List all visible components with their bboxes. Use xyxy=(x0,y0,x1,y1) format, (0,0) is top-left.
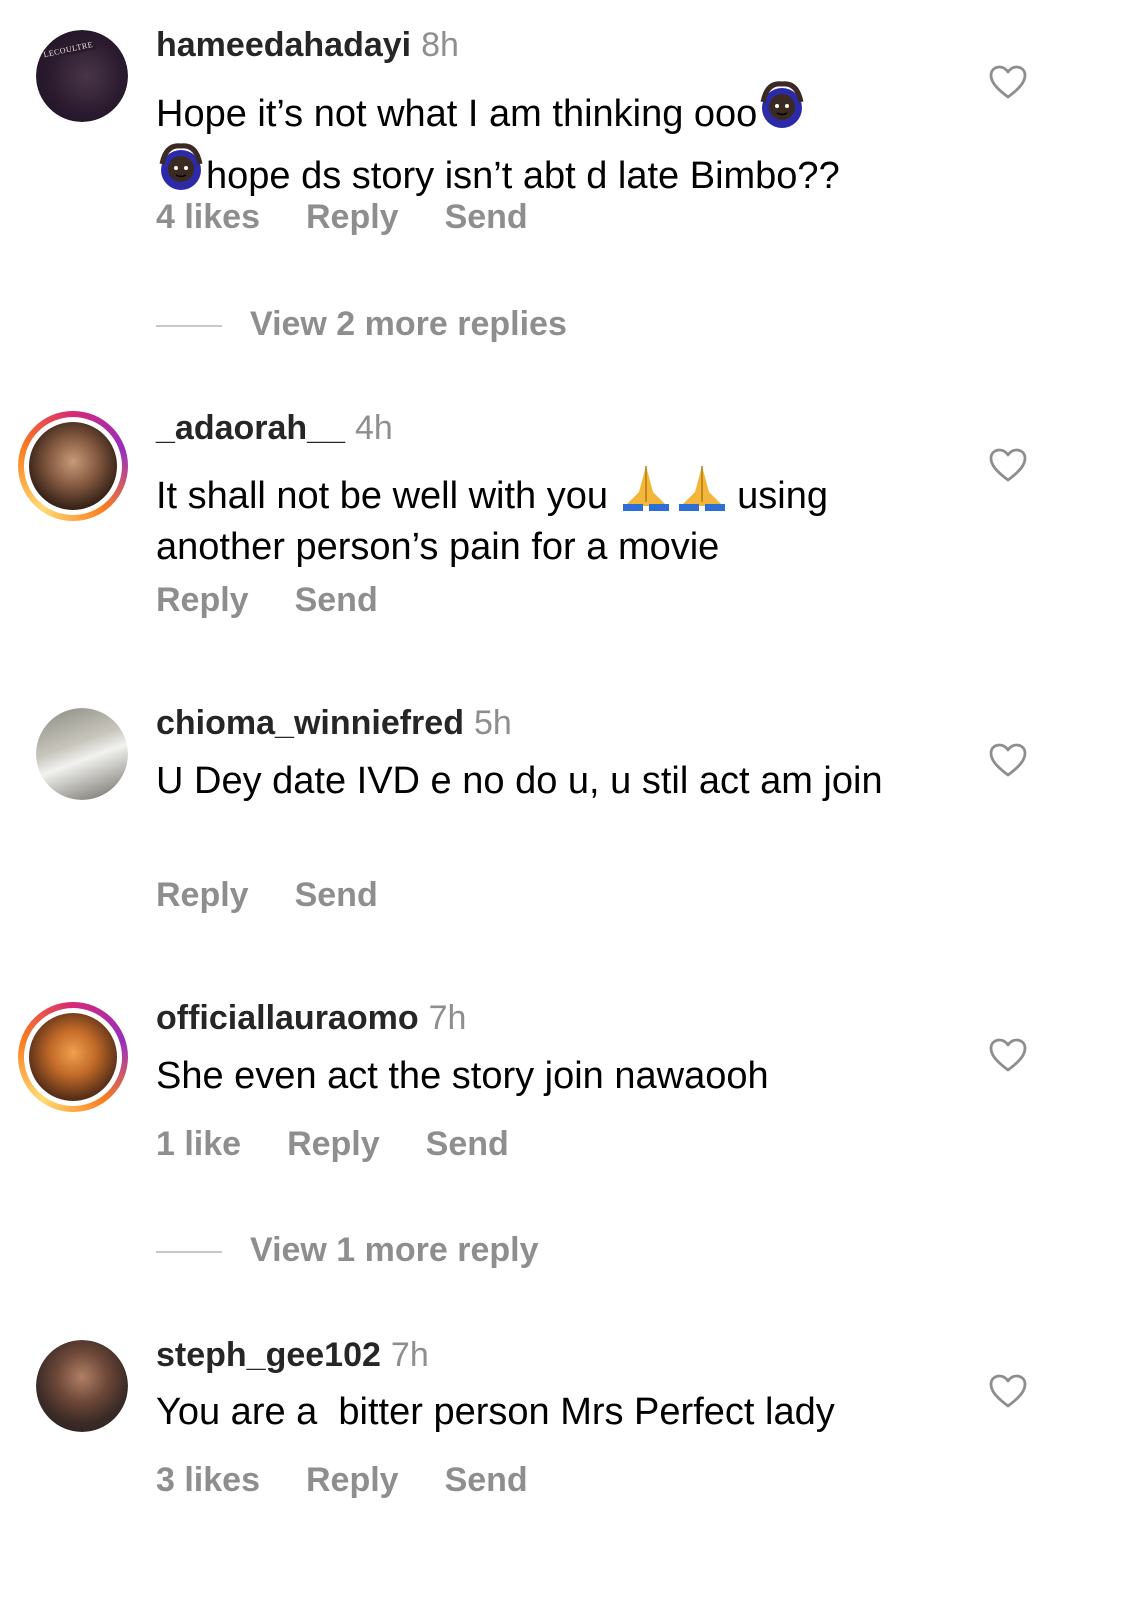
comment-timestamp: 7h xyxy=(428,999,467,1037)
heart-outline-icon[interactable] xyxy=(988,1373,1028,1409)
avatar-image xyxy=(29,1013,117,1101)
comment-timestamp: 4h xyxy=(355,409,393,447)
view-more-label[interactable]: View 2 more replies xyxy=(250,305,567,344)
reply-button[interactable]: Reply xyxy=(306,198,399,236)
reply-button[interactable]: Reply xyxy=(287,1125,380,1163)
comment-text-line: It shall not be well with you xyxy=(156,475,609,517)
username-text[interactable]: _adaorah__ xyxy=(156,409,345,447)
comment-timestamp: 8h xyxy=(421,26,459,64)
avatar-image: LECOULTRE xyxy=(36,30,128,122)
heart-outline-icon[interactable] xyxy=(988,64,1028,100)
heart-outline-icon[interactable] xyxy=(988,1037,1028,1073)
comment-actions: 3 likes Reply Send xyxy=(156,1461,574,1500)
send-button[interactable]: Send xyxy=(295,581,378,619)
comment-username[interactable]: chioma_winniefred 5h xyxy=(156,704,512,743)
reply-button[interactable]: Reply xyxy=(156,876,249,914)
send-button[interactable]: Send xyxy=(445,1461,528,1499)
view-more-label[interactable]: View 1 more reply xyxy=(250,1231,539,1270)
heart-outline-icon[interactable] xyxy=(988,742,1028,778)
comment-actions: 1 like Reply Send xyxy=(156,1125,555,1164)
comment-actions: 4 likes Reply Send xyxy=(156,198,574,237)
comment-actions: Reply Send xyxy=(156,876,424,915)
username-text[interactable]: chioma_winniefred xyxy=(156,704,464,742)
comment-text: You are a bitter person Mrs Perfect lady xyxy=(156,1391,835,1433)
comment-username[interactable]: steph_gee102 7h xyxy=(156,1336,429,1375)
username-text[interactable]: hameedahadayi xyxy=(156,26,411,64)
comment-timestamp: 5h xyxy=(473,704,512,742)
likes-count[interactable]: 1 like xyxy=(156,1125,241,1163)
avatar-logo-text: LECOULTRE xyxy=(39,38,97,61)
comment-text: U Dey date IVD e no do u, u stil act am … xyxy=(156,760,883,802)
likes-count[interactable]: 3 likes xyxy=(156,1461,260,1499)
comment-text: Hope it’s not what I am thinking ooo hope… xyxy=(156,80,946,204)
avatar-image xyxy=(29,422,117,510)
avatar[interactable] xyxy=(18,1002,128,1112)
avatar[interactable] xyxy=(18,411,128,521)
avatar[interactable]: LECOULTRE xyxy=(36,30,128,122)
person-gesturing-ok-icon xyxy=(757,80,807,142)
comment-actions: Reply Send xyxy=(156,581,424,620)
avatar[interactable] xyxy=(36,708,128,800)
send-button[interactable]: Send xyxy=(426,1125,509,1163)
avatar-image xyxy=(36,708,128,800)
username-text[interactable]: officiallauraomo xyxy=(156,999,419,1037)
comment-username[interactable]: officiallauraomo 7h xyxy=(156,999,466,1038)
reply-button[interactable]: Reply xyxy=(156,581,249,619)
person-gesturing-ok-icon xyxy=(156,142,206,204)
comment-username[interactable]: hameedahadayi 8h xyxy=(156,26,459,65)
username-text[interactable]: steph_gee102 xyxy=(156,1336,381,1374)
comment-username[interactable]: _adaorah__ 4h xyxy=(156,409,393,448)
folded-hands-icon xyxy=(619,462,727,524)
likes-count[interactable]: 4 likes xyxy=(156,198,260,236)
comment-text-line: hope ds story isn’t abt d late Bimbo?? xyxy=(206,155,840,197)
heart-outline-icon[interactable] xyxy=(988,447,1028,483)
divider-line xyxy=(156,325,222,327)
avatar-image xyxy=(36,1340,128,1432)
comment-text-line: Hope it’s not what I am thinking ooo xyxy=(156,93,758,135)
avatar[interactable] xyxy=(36,1340,128,1432)
comment-text: She even act the story join nawaooh xyxy=(156,1055,769,1097)
comment-timestamp: 7h xyxy=(390,1336,429,1374)
send-button[interactable]: Send xyxy=(295,876,378,914)
reply-button[interactable]: Reply xyxy=(306,1461,399,1499)
send-button[interactable]: Send xyxy=(445,198,528,236)
comment-text: It shall not be well with you using anot… xyxy=(156,462,946,571)
divider-line xyxy=(156,1251,222,1253)
